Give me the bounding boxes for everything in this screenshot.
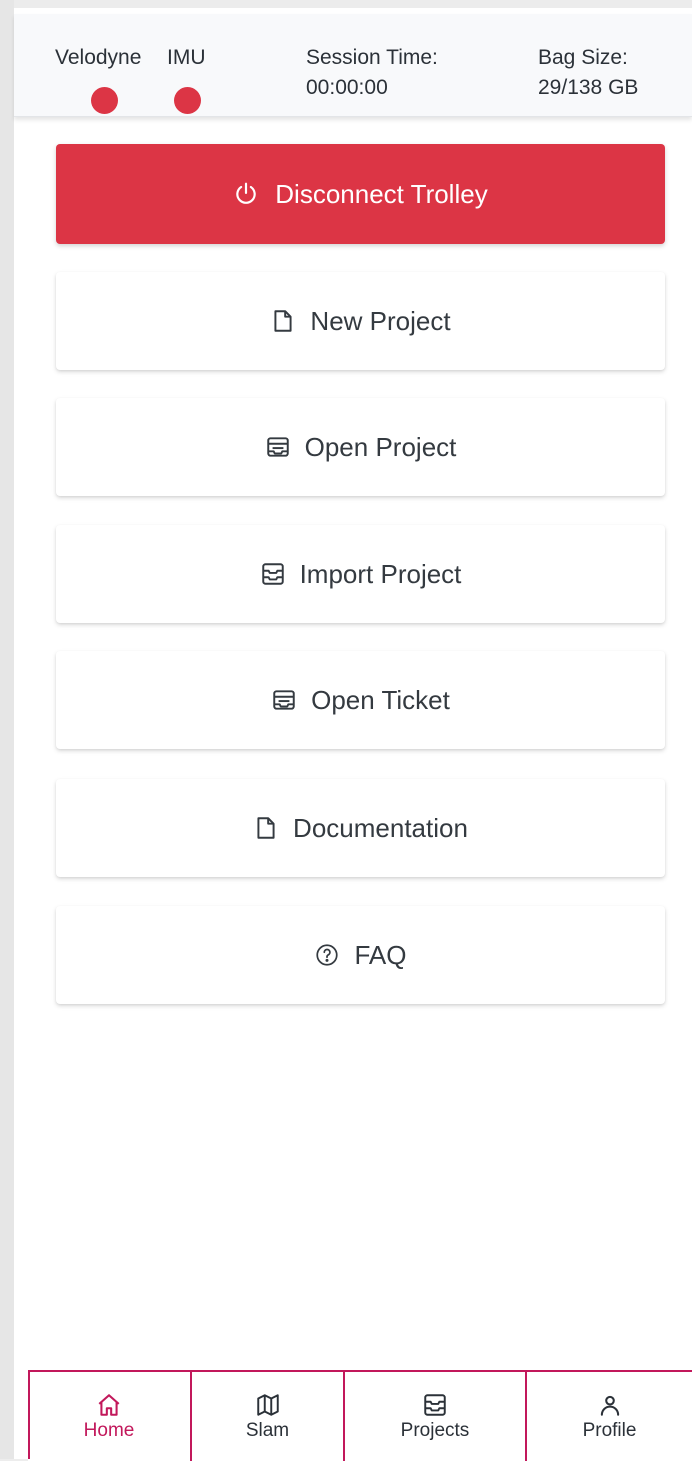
question-circle-icon (314, 942, 340, 968)
faq-button[interactable]: FAQ (56, 906, 665, 1004)
disconnect-trolley-button[interactable]: Disconnect Trolley (56, 144, 665, 244)
session-time: Session Time: 00:00:00 (306, 43, 438, 103)
open-project-label: Open Project (304, 431, 457, 462)
session-time-label: Session Time: (306, 46, 438, 69)
window-left-edge (0, 0, 14, 1459)
sensor-label-imu: IMU (167, 46, 206, 69)
person-icon (597, 1392, 623, 1418)
open-ticket-label: Open Ticket (311, 684, 450, 715)
map-icon (255, 1392, 281, 1418)
nav-tab-projects-label: Projects (400, 1419, 470, 1441)
file-icon (270, 308, 296, 334)
nav-tab-slam[interactable]: Slam (192, 1372, 343, 1461)
archive-icon (271, 687, 297, 713)
velodyne-status-indicator (91, 87, 118, 114)
imu-status-indicator (174, 87, 201, 114)
bag-size-label: Bag Size: (538, 46, 628, 69)
nav-tab-slam-label: Slam (245, 1419, 290, 1441)
import-project-button[interactable]: Import Project (56, 525, 665, 623)
new-project-button[interactable]: New Project (56, 272, 665, 370)
disconnect-trolley-label: Disconnect Trolley (275, 178, 488, 209)
nav-tab-home[interactable]: Home (28, 1372, 190, 1461)
file-icon (253, 815, 279, 841)
session-time-value: 00:00:00 (306, 76, 388, 99)
archive-icon (265, 434, 291, 460)
documentation-button[interactable]: Documentation (56, 779, 665, 877)
open-project-button[interactable]: Open Project (56, 398, 665, 496)
status-bar: Velodyne IMU Session Time: 00:00:00 Bag … (14, 14, 692, 117)
documentation-label: Documentation (293, 812, 468, 843)
bag-size-value: 29/138 GB (538, 76, 639, 99)
inbox-icon (260, 561, 286, 587)
nav-tab-profile-label: Profile (582, 1419, 637, 1441)
bottom-navigation: Home Slam Projects Profile (28, 1370, 692, 1461)
open-ticket-button[interactable]: Open Ticket (56, 651, 665, 749)
import-project-label: Import Project (299, 558, 462, 589)
nav-tab-projects[interactable]: Projects (345, 1372, 525, 1461)
nav-left-border (28, 1370, 30, 1459)
home-icon (96, 1392, 122, 1418)
sensor-label-velodyne: Velodyne (55, 46, 142, 69)
bag-size: Bag Size: 29/138 GB (538, 43, 638, 103)
window-top-edge (0, 0, 692, 8)
nav-tab-home-label: Home (83, 1419, 135, 1441)
faq-label: FAQ (354, 939, 407, 970)
power-icon (233, 181, 259, 207)
nav-tab-profile[interactable]: Profile (527, 1372, 692, 1461)
new-project-label: New Project (310, 305, 451, 336)
inbox-icon (422, 1392, 448, 1418)
